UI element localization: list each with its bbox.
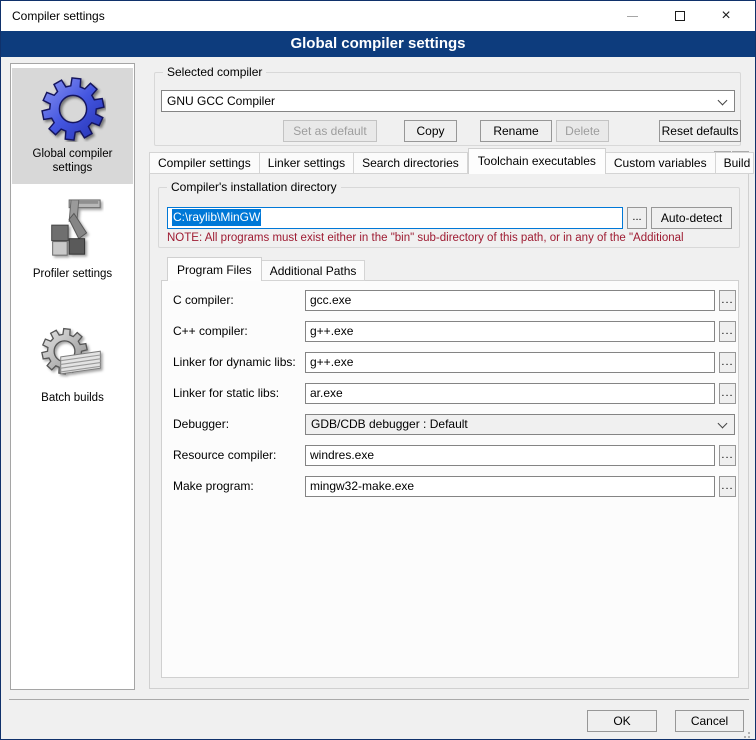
field-label-linker-for-dynamic-libs-: Linker for dynamic libs: — [173, 355, 296, 369]
browse-button-c-compiler[interactable]: ... — [719, 321, 736, 342]
browse-button-resource-compiler[interactable]: ... — [719, 445, 736, 466]
tab-search-directories[interactable]: Search directories — [354, 152, 468, 174]
reset-defaults-button[interactable]: Reset defaults — [659, 120, 741, 142]
sidebar-item-label: Batch builds — [12, 391, 133, 411]
field-label-make-program-: Make program: — [173, 479, 254, 493]
tab-build-options[interactable]: Build options — [716, 152, 754, 174]
input-linker-for-dynamic-libs[interactable]: g++.exe — [305, 352, 715, 373]
footer-divider — [9, 699, 749, 700]
field-label-c-compiler-: C++ compiler: — [173, 324, 248, 338]
tab-custom-variables[interactable]: Custom variables — [606, 152, 716, 174]
compiler-select-value: GNU GCC Compiler — [167, 94, 275, 108]
resize-grip[interactable] — [748, 732, 750, 734]
compiler-select[interactable]: GNU GCC Compiler — [161, 90, 735, 112]
input-linker-for-static-libs[interactable]: ar.exe — [305, 383, 715, 404]
note-text: NOTE: All programs must exist either in … — [167, 232, 740, 244]
input-c-compiler[interactable]: gcc.exe — [305, 290, 715, 311]
maximize-icon — [675, 11, 685, 21]
field-label-debugger-: Debugger: — [173, 417, 229, 431]
debugger-select-value: GDB/CDB debugger : Default — [311, 417, 468, 431]
tab-compiler-settings[interactable]: Compiler settings — [149, 152, 260, 174]
subtab-program-files[interactable]: Program Files — [167, 257, 262, 281]
copy-button[interactable]: Copy — [404, 120, 457, 142]
tab-toolchain-executables[interactable]: Toolchain executables — [468, 148, 606, 174]
sidebar-item-global-compiler-settings[interactable]: Global compiler settings — [12, 68, 133, 184]
window-title: Compiler settings — [12, 9, 105, 23]
maximize-button[interactable] — [657, 1, 703, 31]
field-label-resource-compiler-: Resource compiler: — [173, 448, 276, 462]
rename-button[interactable]: Rename — [480, 120, 552, 142]
chevron-down-icon — [718, 419, 728, 429]
debugger-select[interactable]: GDB/CDB debugger : Default — [305, 414, 735, 435]
installation-directory-value: C:\raylib\MinGW — [172, 209, 261, 226]
sidebar-item-label: Profiler settings — [12, 267, 133, 287]
caliper-icon — [12, 196, 133, 265]
selected-compiler-group-label: Selected compiler — [163, 65, 266, 79]
delete-button: Delete — [556, 120, 609, 142]
sidebar-item-batch-builds[interactable]: Batch builds — [12, 316, 133, 416]
compiler-settings-dialog: Compiler settings × Global compiler sett… — [0, 0, 756, 740]
cancel-button[interactable]: Cancel — [675, 710, 744, 732]
page-title: Global compiler settings — [1, 31, 755, 57]
field-label-linker-for-static-libs-: Linker for static libs: — [173, 386, 279, 400]
input-resource-compiler[interactable]: windres.exe — [305, 445, 715, 466]
close-icon: × — [721, 8, 730, 24]
titlebar: Compiler settings × — [1, 1, 755, 31]
auto-detect-button[interactable]: Auto-detect — [651, 207, 732, 229]
minimize-icon — [627, 16, 638, 17]
browse-button-linker-for-dynamic-libs[interactable]: ... — [719, 352, 736, 373]
input-c-compiler[interactable]: g++.exe — [305, 321, 715, 342]
installation-directory-group-label: Compiler's installation directory — [167, 180, 341, 194]
set-as-default-button: Set as default — [283, 120, 377, 142]
browse-directory-button[interactable]: ... — [627, 207, 647, 229]
minimize-button[interactable] — [609, 1, 655, 31]
installation-directory-input[interactable]: C:\raylib\MinGW — [167, 207, 623, 229]
ok-button[interactable]: OK — [587, 710, 657, 732]
category-sidebar: Global compiler settings Profiler settin… — [10, 63, 135, 690]
gear-gray-icon — [12, 324, 133, 389]
tab-linker-settings[interactable]: Linker settings — [260, 152, 354, 174]
sidebar-item-label: Global compiler settings — [12, 147, 133, 181]
gear-blue-icon — [12, 76, 133, 145]
subtab-additional-paths[interactable]: Additional Paths — [262, 260, 366, 281]
chevron-down-icon — [718, 96, 728, 106]
close-button[interactable]: × — [703, 1, 749, 31]
browse-button-linker-for-static-libs[interactable]: ... — [719, 383, 736, 404]
browse-button-make-program[interactable]: ... — [719, 476, 736, 497]
field-label-c-compiler-: C compiler: — [173, 293, 234, 307]
sidebar-item-profiler-settings[interactable]: Profiler settings — [12, 188, 133, 294]
input-make-program[interactable]: mingw32-make.exe — [305, 476, 715, 497]
browse-button-c-compiler[interactable]: ... — [719, 290, 736, 311]
